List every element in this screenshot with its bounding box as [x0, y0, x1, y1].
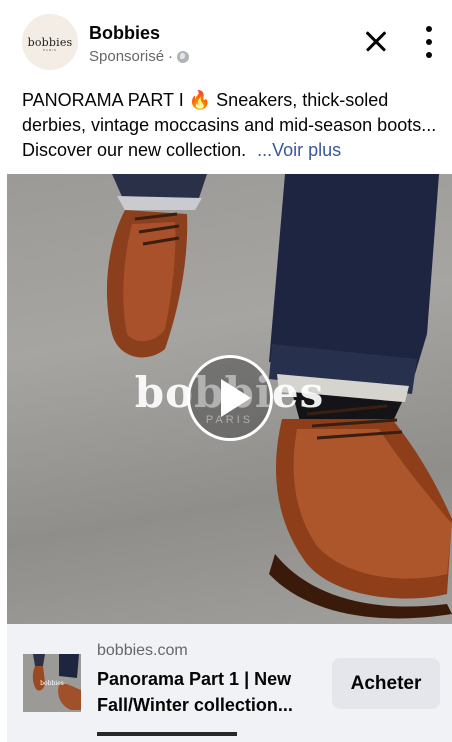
buy-button[interactable]: Acheter [332, 658, 440, 709]
close-icon[interactable] [362, 28, 390, 56]
sponsored-line: Sponsorisé · [89, 48, 190, 65]
page-avatar[interactable]: bobbies PARIS [22, 14, 78, 70]
link-domain: bobbies.com [97, 642, 188, 659]
avatar-logo-text: bobbies [27, 35, 73, 49]
globe-icon [177, 50, 190, 63]
play-icon[interactable] [187, 355, 273, 441]
thumbnail-watermark: bobbies [40, 680, 64, 687]
page-name[interactable]: Bobbies [89, 23, 160, 44]
link-title-line1: Panorama Part 1 | New [97, 669, 292, 689]
see-more-link[interactable]: ...Voir plus [257, 140, 341, 160]
more-options-icon[interactable] [420, 26, 440, 58]
video-media[interactable]: bobbies PARIS [7, 174, 452, 624]
link-preview[interactable]: bobbies bobbies.com Panorama Part 1 | Ne… [7, 624, 452, 742]
separator-dot: · [168, 48, 174, 65]
link-title[interactable]: Panorama Part 1 | New Fall/Winter collec… [97, 666, 327, 718]
fire-emoji: 🔥 [188, 90, 212, 110]
avatar-logo-subtext: PARIS [43, 48, 57, 52]
caption-title: PANORAMA PART I [22, 90, 184, 110]
sponsored-label[interactable]: Sponsorisé [89, 48, 164, 65]
truncated-description [97, 724, 247, 736]
link-thumbnail[interactable]: bobbies [23, 654, 81, 712]
post-header: bobbies PARIS Bobbies Sponsorisé · [0, 0, 452, 84]
post-caption: PANORAMA PART I 🔥 Sneakers, thick-soled … [22, 88, 442, 163]
link-title-line2: Fall/Winter collection... [97, 695, 293, 715]
